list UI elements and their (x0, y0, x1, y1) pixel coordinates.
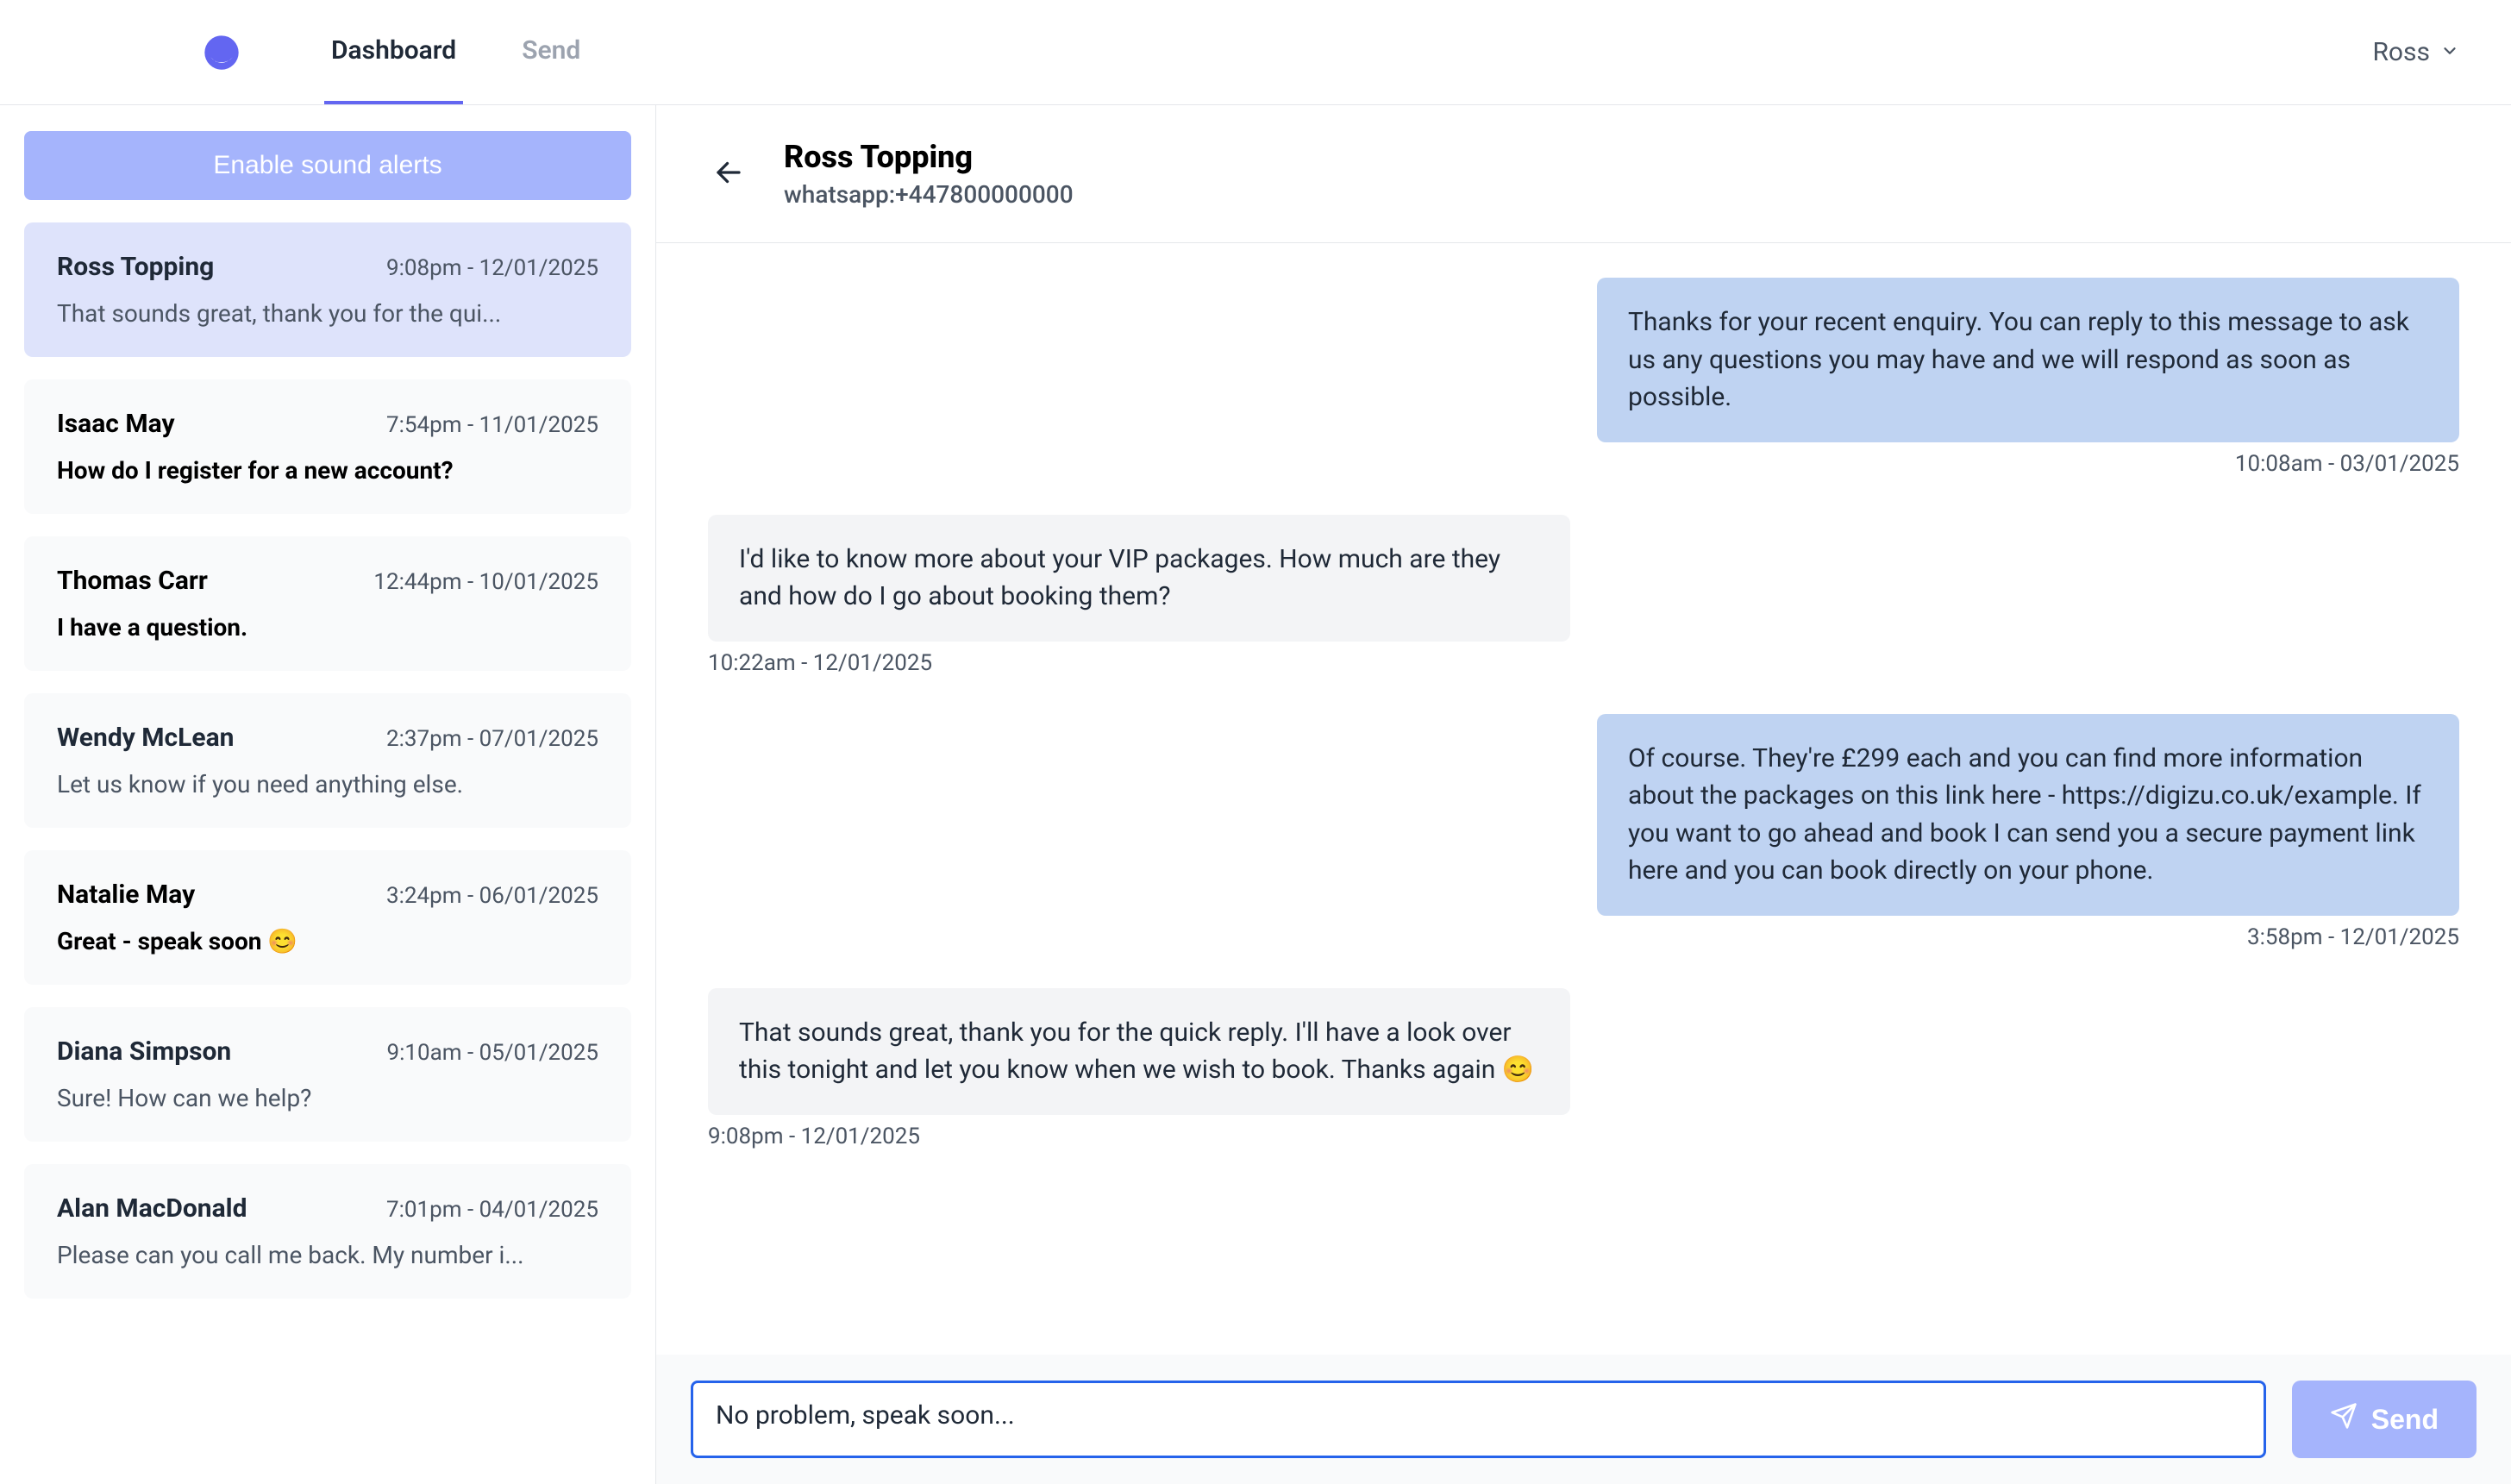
user-menu[interactable]: Ross (2372, 37, 2459, 67)
conversation-preview: Please can you call me back. My number i… (57, 1241, 598, 1269)
conversation-preview: Sure! How can we help? (57, 1084, 598, 1112)
conversation-item[interactable]: Alan MacDonald 7:01pm - 04/01/2025 Please … (24, 1164, 631, 1299)
conversation-preview: That sounds great, thank you for the qui… (57, 299, 598, 328)
incoming-message: That sounds great, thank you for the qui… (708, 988, 1570, 1175)
message-bubble: That sounds great, thank you for the qui… (708, 988, 1570, 1115)
conversation-item[interactable]: Thomas Carr 12:44pm - 10/01/2025 I have a … (24, 536, 631, 671)
conversation-timestamp: 9:08pm - 12/01/2025 (386, 255, 598, 281)
conversation-timestamp: 12:44pm - 10/01/2025 (373, 569, 598, 595)
conversation-name: Thomas Carr (57, 566, 208, 596)
send-button-label: Send (2371, 1404, 2439, 1436)
chat-subtitle: whatsapp:+447800000000 (784, 180, 1074, 209)
conversation-name: Natalie May (57, 880, 195, 910)
conversation-timestamp: 9:10am - 05/01/2025 (386, 1040, 598, 1066)
conversation-preview: Let us know if you need anything else. (57, 770, 598, 798)
chat-header: Ross Topping whatsapp:+447800000000 (656, 105, 2511, 243)
outgoing-message: Of course. They're £299 each and you can… (1597, 714, 2459, 976)
conversation-item[interactable]: Wendy McLean 2:37pm - 07/01/2025 Let us kn… (24, 693, 631, 828)
message-timestamp: 10:22am - 12/01/2025 (708, 650, 932, 676)
conversation-timestamp: 7:01pm - 04/01/2025 (386, 1197, 598, 1223)
conversation-timestamp: 2:37pm - 07/01/2025 (386, 726, 598, 752)
conversation-item[interactable]: Ross Topping 9:08pm - 12/01/2025 That soun… (24, 222, 631, 357)
outgoing-message: Thanks for your recent enquiry. You can … (1597, 278, 2459, 503)
tab-send[interactable]: Send (515, 0, 587, 104)
composer: Send (656, 1355, 2511, 1484)
brand-logo-icon (204, 34, 240, 71)
send-icon (2330, 1402, 2358, 1437)
conversation-name: Alan MacDonald (57, 1193, 247, 1224)
conversation-item[interactable]: Diana Simpson 9:10am - 05/01/2025 Sure! Ho… (24, 1007, 631, 1142)
message-list: Thanks for your recent enquiry. You can … (656, 243, 2511, 1355)
message-timestamp: 3:58pm - 12/01/2025 (2247, 924, 2459, 950)
message-bubble: I'd like to know more about your VIP pac… (708, 515, 1570, 642)
top-nav: Dashboard Send Ross (0, 0, 2511, 105)
chat-title: Ross Topping (784, 139, 1074, 175)
conversation-list: Ross Topping 9:08pm - 12/01/2025 That soun… (24, 222, 631, 1299)
conversation-name: Wendy McLean (57, 723, 234, 753)
back-button[interactable] (708, 153, 749, 195)
conversation-timestamp: 3:24pm - 06/01/2025 (386, 883, 598, 909)
chevron-down-icon (2440, 37, 2459, 67)
conversation-item[interactable]: Isaac May 7:54pm - 11/01/2025 How do I reg… (24, 379, 631, 514)
enable-sound-alerts-button[interactable]: Enable sound alerts (24, 131, 631, 200)
message-bubble: Thanks for your recent enquiry. You can … (1597, 278, 2459, 442)
conversation-preview: How do I register for a new account? (57, 456, 598, 485)
arrow-left-icon (713, 157, 744, 191)
message-input[interactable] (691, 1381, 2266, 1458)
message-timestamp: 10:08am - 03/01/2025 (2235, 451, 2459, 477)
conversation-timestamp: 7:54pm - 11/01/2025 (386, 412, 598, 438)
conversation-name: Diana Simpson (57, 1036, 231, 1067)
nav-tabs: Dashboard Send (324, 0, 587, 104)
conversation-item[interactable]: Natalie May 3:24pm - 06/01/2025 Great - sp… (24, 850, 631, 985)
message-bubble: Of course. They're £299 each and you can… (1597, 714, 2459, 916)
conversation-name: Isaac May (57, 409, 175, 439)
send-button[interactable]: Send (2292, 1381, 2477, 1458)
conversation-name: Ross Topping (57, 252, 214, 282)
conversation-preview: Great - speak soon 😊 (57, 927, 598, 955)
message-timestamp: 9:08pm - 12/01/2025 (708, 1124, 920, 1149)
conversation-sidebar: Enable sound alerts Ross Topping 9:08pm -… (0, 105, 655, 1484)
incoming-message: I'd like to know more about your VIP pac… (708, 515, 1570, 702)
tab-dashboard[interactable]: Dashboard (324, 0, 463, 104)
user-name: Ross (2372, 37, 2430, 67)
conversation-preview: I have a question. (57, 613, 598, 642)
chat-pane: Ross Topping whatsapp:+447800000000 Than… (655, 105, 2511, 1484)
